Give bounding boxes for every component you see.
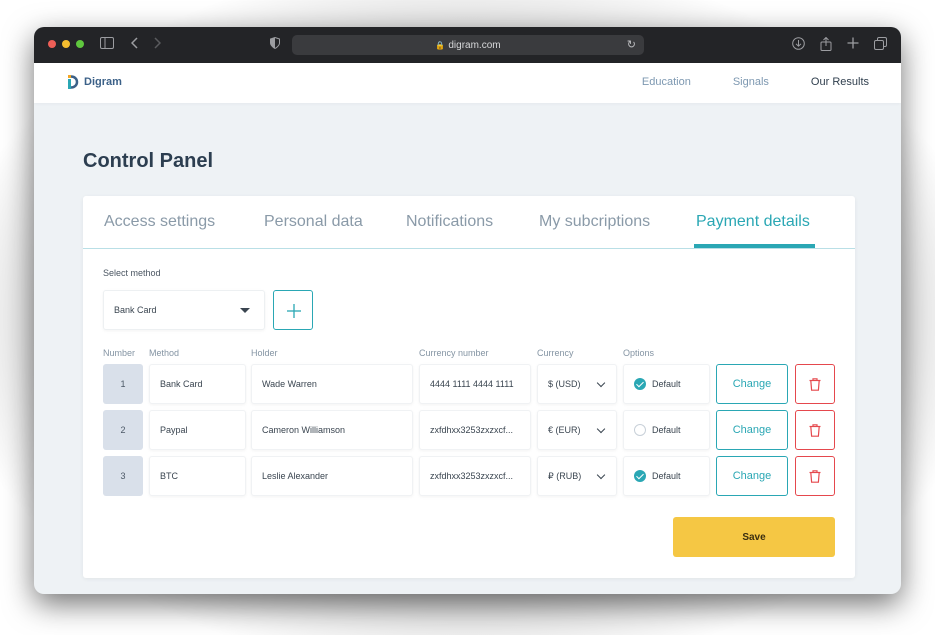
chevron-down-icon: [596, 378, 606, 388]
minimize-window-button[interactable]: [62, 40, 70, 48]
change-button[interactable]: Change: [716, 410, 788, 450]
url-text: digram.com: [448, 39, 501, 51]
nav-item-our-results[interactable]: Our Results: [811, 76, 869, 88]
address-bar[interactable]: 🔒 digram.com ↻: [292, 35, 644, 55]
default-label: Default: [652, 425, 681, 435]
unchecked-radio-icon: [634, 424, 646, 436]
tab-payment-details[interactable]: Payment details: [696, 213, 810, 231]
column-header-options: Options: [623, 348, 655, 358]
delete-button[interactable]: [795, 364, 835, 404]
holder-cell: Cameron Williamson: [251, 410, 413, 450]
tab-my-subscriptions[interactable]: My subcriptions: [539, 213, 650, 231]
tab-bar: Access settings Personal data Notificati…: [83, 196, 855, 249]
column-header-holder: Holder: [251, 348, 278, 358]
method-cell: Paypal: [149, 410, 246, 450]
delete-button[interactable]: [795, 410, 835, 450]
column-header-method: Method: [149, 348, 180, 358]
delete-button[interactable]: [795, 456, 835, 496]
sidebar-icon[interactable]: [100, 37, 114, 53]
trash-icon: [809, 423, 821, 437]
active-tab-indicator: [694, 244, 815, 248]
forward-icon[interactable]: [153, 37, 162, 53]
trash-icon: [809, 377, 821, 391]
row-number: 2: [103, 410, 143, 450]
main-nav: Education Signals Our Results: [642, 76, 869, 88]
nav-item-education[interactable]: Education: [642, 76, 691, 88]
download-icon[interactable]: [792, 37, 805, 54]
currency-number-cell: zxfdhxx3253zxzxcf...: [419, 456, 531, 496]
browser-window: 🔒 digram.com ↻ Digram Education Signals …: [34, 27, 901, 594]
logo[interactable]: Digram: [68, 75, 122, 89]
site-header: Digram Education Signals Our Results: [34, 63, 901, 103]
select-method-label: Select method: [103, 268, 161, 278]
reload-icon[interactable]: ↻: [627, 38, 636, 51]
row-number: 1: [103, 364, 143, 404]
share-icon[interactable]: [820, 36, 832, 55]
tab-access-settings[interactable]: Access settings: [104, 213, 215, 231]
zoom-window-button[interactable]: [76, 40, 84, 48]
back-icon[interactable]: [130, 37, 139, 53]
tab-personal-data[interactable]: Personal data: [264, 213, 363, 231]
currency-value: ₽ (RUB): [548, 470, 582, 481]
shield-icon[interactable]: [270, 36, 280, 53]
plus-icon: [287, 304, 301, 318]
currency-value: € (EUR): [548, 425, 581, 435]
trash-icon: [809, 469, 821, 483]
column-header-number: Number: [103, 348, 136, 358]
browser-toolbar: 🔒 digram.com ↻: [34, 27, 901, 63]
lock-icon: 🔒: [435, 40, 446, 50]
control-panel-card: Access settings Personal data Notificati…: [83, 196, 855, 578]
holder-cell: Leslie Alexander: [251, 456, 413, 496]
currency-number-cell: zxfdhxx3253zxzxcf...: [419, 410, 531, 450]
default-option[interactable]: Default: [623, 410, 710, 450]
holder-cell: Wade Warren: [251, 364, 413, 404]
caret-down-icon: [240, 308, 250, 313]
tabs-icon[interactable]: [874, 37, 887, 54]
method-cell: Bank Card: [149, 364, 246, 404]
nav-item-signals[interactable]: Signals: [733, 76, 769, 88]
method-cell: BTC: [149, 456, 246, 496]
currency-number-cell: 4444 1111 4444 1111: [419, 364, 531, 404]
tab-notifications[interactable]: Notifications: [406, 213, 493, 231]
new-tab-icon[interactable]: [847, 37, 859, 53]
row-number: 3: [103, 456, 143, 496]
logo-text: Digram: [84, 76, 122, 88]
currency-select[interactable]: € (EUR): [537, 410, 617, 450]
column-header-currency-number: Currency number: [419, 348, 489, 358]
chevron-down-icon: [596, 470, 606, 480]
save-button[interactable]: Save: [673, 517, 835, 557]
checked-radio-icon: [634, 470, 646, 482]
currency-select[interactable]: ₽ (RUB): [537, 456, 617, 496]
add-method-button[interactable]: [273, 290, 313, 330]
column-header-currency: Currency: [537, 348, 574, 358]
page-title: Control Panel: [83, 150, 214, 172]
default-option[interactable]: Default: [623, 456, 710, 496]
chevron-down-icon: [596, 424, 606, 434]
default-label: Default: [652, 471, 681, 481]
window-controls: [48, 40, 84, 48]
close-window-button[interactable]: [48, 40, 56, 48]
default-label: Default: [652, 379, 681, 389]
method-select-value: Bank Card: [114, 305, 157, 315]
currency-value: $ (USD): [548, 379, 581, 389]
currency-select[interactable]: $ (USD): [537, 364, 617, 404]
default-option[interactable]: Default: [623, 364, 710, 404]
digram-logo-icon: [68, 75, 80, 89]
method-select[interactable]: Bank Card: [103, 290, 265, 330]
checked-radio-icon: [634, 378, 646, 390]
change-button[interactable]: Change: [716, 456, 788, 496]
change-button[interactable]: Change: [716, 364, 788, 404]
